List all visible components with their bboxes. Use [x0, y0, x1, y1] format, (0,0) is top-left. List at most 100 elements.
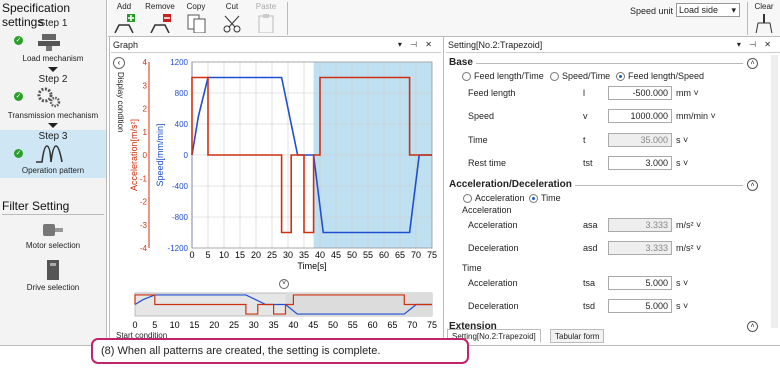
- field-symbol: tst: [583, 158, 593, 168]
- radio-feed-speed[interactable]: [616, 72, 625, 81]
- remove-pattern-icon: [150, 14, 171, 34]
- overview-tick-label: 20: [209, 320, 219, 330]
- step-1[interactable]: Step 1 ✓ Load mechanism: [0, 18, 106, 66]
- unit-select[interactable]: mm/min ˅: [676, 111, 716, 121]
- cut-button[interactable]: Cut: [216, 2, 248, 35]
- radio-feed-time[interactable]: [462, 72, 471, 81]
- x-tick-label: 25: [267, 250, 277, 260]
- y-right-label: Speed[mm/min]: [155, 123, 165, 186]
- field-symbol: t: [583, 135, 586, 145]
- field-label: Rest time: [468, 158, 507, 168]
- radio-label: Speed/Time: [562, 71, 611, 81]
- drive-selection-label: Drive selection: [26, 283, 80, 292]
- field-symbol: tsa: [583, 278, 596, 288]
- x-tick-label: 10: [219, 250, 229, 260]
- x-tick-label: 15: [235, 250, 245, 260]
- drive-selection-button[interactable]: Drive selection: [6, 259, 100, 292]
- panel-controls[interactable]: ▾ ⊣ ✕: [398, 40, 435, 49]
- collapse-icon[interactable]: ˄: [747, 321, 758, 332]
- y-left-tick-label: 0: [143, 151, 148, 160]
- overview-chart[interactable]: 0 5 10 15 20 25 30 35 40 45 50 55 60 65 70 75: [125, 290, 440, 332]
- y-left-tick-label: -4: [140, 244, 148, 253]
- field-input[interactable]: 3.000: [608, 156, 672, 170]
- time-subheading: Time: [462, 263, 482, 273]
- field-input[interactable]: -500.000: [608, 86, 672, 100]
- speed-unit-select[interactable]: Load side ▾: [676, 3, 740, 17]
- radio-acceleration[interactable]: [463, 194, 472, 203]
- clear-button[interactable]: Clear: [748, 2, 780, 35]
- x-tick-label: 60: [379, 250, 389, 260]
- y-right-tick-label: 800: [175, 89, 189, 98]
- x-axis-label: Time[s]: [297, 261, 326, 271]
- field-label: Speed: [468, 111, 495, 121]
- add-button[interactable]: Add: [108, 2, 140, 35]
- y-left-tick-label: -2: [140, 198, 148, 207]
- graph-title: Graph: [113, 40, 139, 50]
- unit-select[interactable]: mm ˅: [676, 88, 699, 98]
- collapse-left-icon[interactable]: ‹: [113, 57, 125, 69]
- y-left-tick-label: 1: [143, 128, 148, 137]
- display-condition-tab[interactable]: Display condition: [113, 72, 125, 172]
- x-tick-label: 75: [427, 250, 437, 260]
- cut-label: Cut: [225, 2, 239, 11]
- y-left-tick-label: 4: [143, 58, 148, 67]
- copy-icon: [187, 14, 206, 34]
- x-tick-label: 45: [331, 250, 341, 260]
- radio-label: Acceleration: [475, 193, 525, 203]
- field-input: 3.333: [608, 241, 672, 255]
- radio-label: Time: [541, 193, 561, 203]
- unit-select[interactable]: s ˅: [676, 301, 688, 311]
- motor-icon: [43, 224, 63, 236]
- step-2[interactable]: Step 2 ✓ Transmission mechanism: [0, 74, 106, 122]
- radio-speed-time[interactable]: [550, 72, 559, 81]
- unit-select[interactable]: s ˅: [676, 278, 688, 288]
- overview-tick-label: 10: [170, 320, 180, 330]
- motor-selection-button[interactable]: Motor selection: [6, 221, 100, 250]
- paste-button[interactable]: Paste: [250, 2, 282, 35]
- unit-select[interactable]: m/s² ˅: [676, 243, 701, 253]
- arrow-down-icon: [48, 123, 58, 128]
- unit-select[interactable]: m/s² ˅: [676, 220, 701, 230]
- field-input[interactable]: 5.000: [608, 276, 672, 290]
- step-label: Step 3: [38, 131, 68, 142]
- radio-time[interactable]: [529, 194, 538, 203]
- unit-select[interactable]: s ˅: [676, 158, 688, 168]
- clear-label: Clear: [754, 2, 774, 11]
- collapse-icon[interactable]: ˄: [747, 58, 758, 69]
- remove-button[interactable]: Remove: [144, 2, 176, 35]
- field-input: 3.333: [608, 218, 672, 232]
- step-3[interactable]: Step 3 ✓ Operation pattern: [0, 130, 106, 178]
- chevron-down-icon: ▾: [731, 5, 736, 15]
- collapse-icon[interactable]: ˄: [747, 180, 758, 191]
- chevron-down-icon[interactable]: ˅: [279, 279, 289, 289]
- step-sub: Operation pattern: [21, 166, 85, 175]
- overview-tick-label: 70: [407, 320, 417, 330]
- radio-label: Feed length/Time: [474, 71, 544, 81]
- scissors-icon: [223, 15, 241, 33]
- base-section-title: Base: [449, 57, 473, 68]
- step-label: Step 2: [38, 74, 68, 85]
- field-input[interactable]: 5.000: [608, 299, 672, 313]
- operation-pattern-icon: [36, 145, 63, 163]
- overview-tick-label: 15: [189, 320, 199, 330]
- field-input[interactable]: 1000.000: [608, 109, 672, 123]
- field-symbol: v: [583, 111, 588, 121]
- check-icon: ✓: [14, 149, 23, 158]
- x-tick-label: 30: [283, 250, 293, 260]
- panel-controls[interactable]: ▾ ⊣ ✕: [737, 40, 774, 49]
- speed-unit-label: Speed unit: [630, 6, 674, 16]
- broom-icon: [755, 14, 773, 35]
- field-symbol: asa: [583, 220, 598, 230]
- tab-tabular-form[interactable]: Tabular form: [550, 329, 605, 343]
- unit-select[interactable]: s ˅: [676, 135, 688, 145]
- drive-icon: [47, 260, 59, 280]
- x-tick-label: 0: [189, 250, 194, 260]
- y-right-tick-label: -1200: [168, 244, 189, 253]
- x-tick-label: 55: [363, 250, 373, 260]
- copy-button[interactable]: Copy: [180, 2, 212, 35]
- paste-label: Paste: [255, 2, 277, 11]
- field-symbol: tsd: [583, 301, 596, 311]
- x-tick-label: 40: [315, 250, 325, 260]
- arrow-down-icon: [48, 67, 58, 72]
- radio-label: Feed length/Speed: [628, 71, 705, 81]
